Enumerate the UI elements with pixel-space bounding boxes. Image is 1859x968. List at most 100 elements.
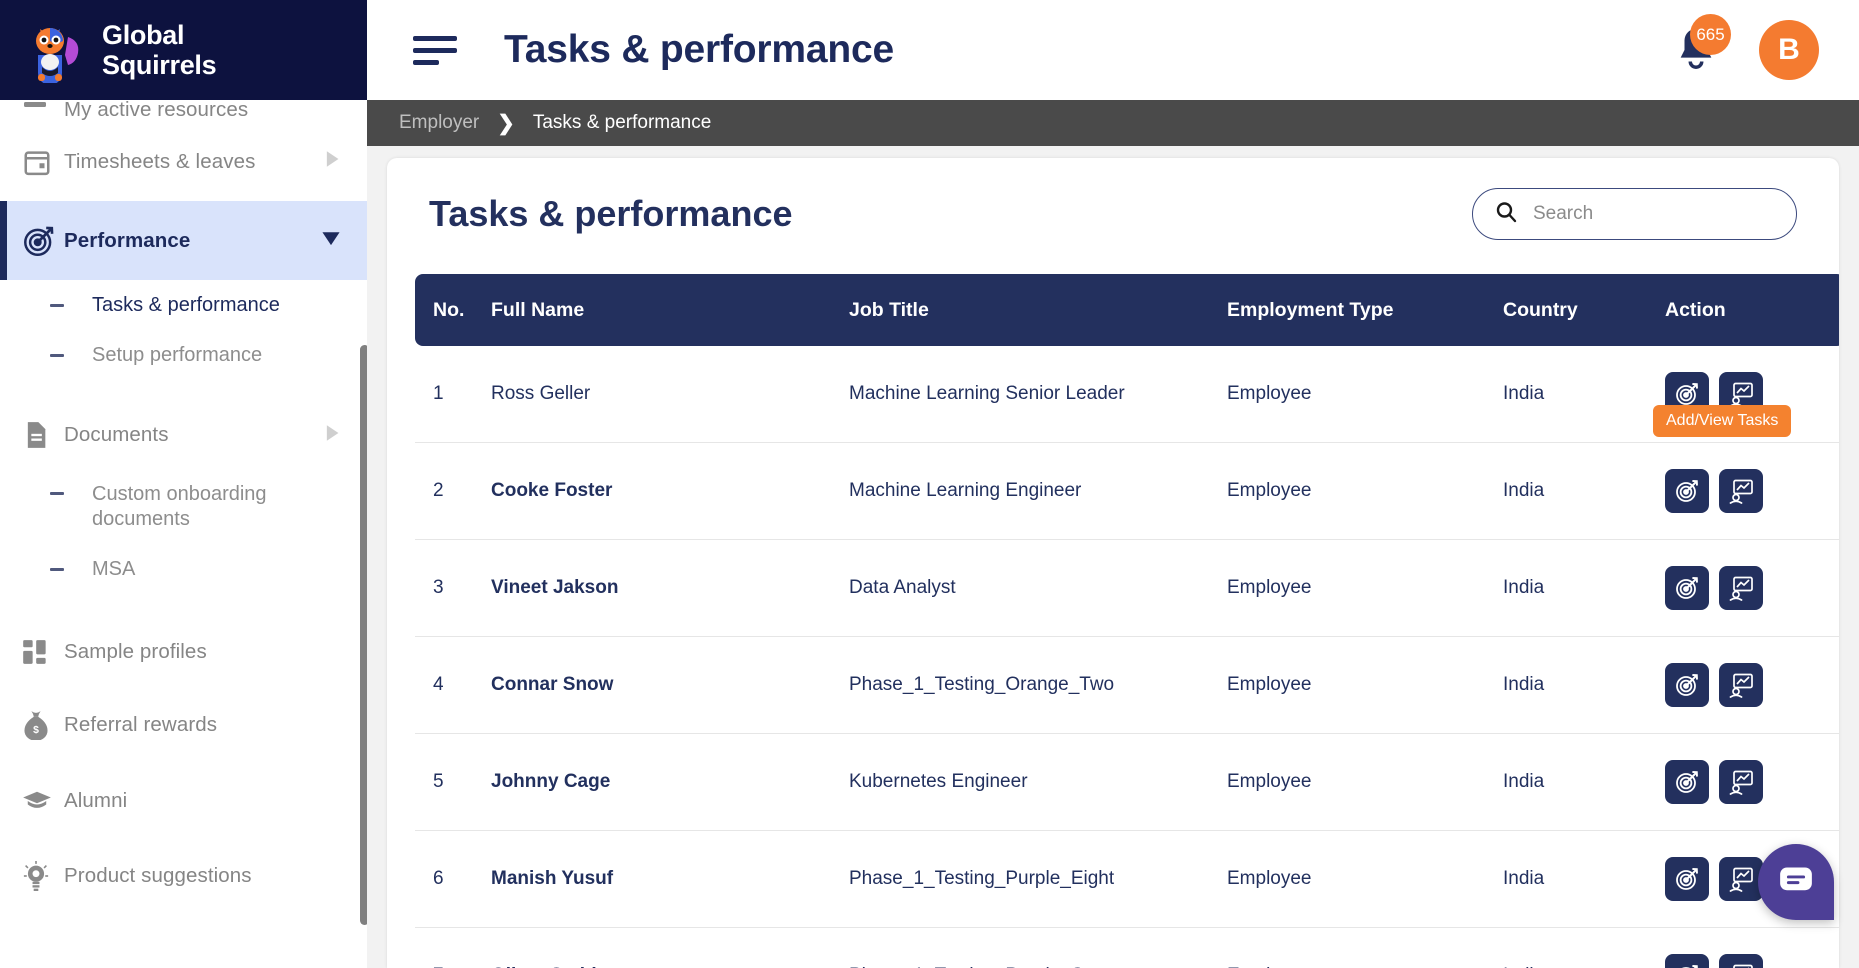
cell-job-title: Phase_1_Testing_Purple_Seven — [849, 927, 1227, 968]
table-row[interactable]: 1 Ross Geller Machine Learning Senior Lead… — [415, 346, 1839, 443]
chevron-down-icon[interactable] — [321, 229, 341, 252]
view-performance-button[interactable] — [1719, 857, 1763, 901]
add-view-tasks-button[interactable] — [1665, 469, 1709, 513]
sidebar-nav: My active resources Timesheets & leaves — [0, 100, 367, 968]
view-performance-button[interactable] — [1719, 663, 1763, 707]
hamburger-icon[interactable] — [413, 35, 457, 65]
chevron-right-icon: ❯ — [497, 111, 515, 135]
cell-job-title: Machine Learning Senior Leader — [849, 346, 1227, 443]
cell-action — [1665, 927, 1839, 968]
sidebar-item-sample-profiles[interactable]: Sample profiles — [0, 618, 367, 686]
cell-full-name: Cooke Foster — [491, 442, 849, 540]
cell-country: India — [1503, 733, 1665, 831]
sidebar-item-label: Product suggestions — [64, 864, 252, 887]
sidebar-item-referral-rewards[interactable]: $ Referral rewards — [0, 686, 367, 764]
sidebar-item-timesheets-leaves[interactable]: Timesheets & leaves — [0, 122, 367, 201]
cell-full-name: Ross Geller — [491, 346, 849, 443]
app-root: Global Squirrels My active resources Tim… — [0, 0, 1859, 968]
view-performance-button[interactable] — [1719, 760, 1763, 804]
brand-header[interactable]: Global Squirrels — [0, 0, 367, 100]
document-icon — [22, 421, 64, 449]
squirrel-logo — [26, 17, 86, 85]
sidebar-subitem-setup-performance[interactable]: Setup performance — [0, 330, 367, 380]
graduation-cap-icon — [22, 789, 64, 813]
sidebar-item-label: Documents — [64, 423, 169, 446]
add-view-tasks-button[interactable] — [1665, 760, 1709, 804]
svg-text:$: $ — [33, 725, 39, 736]
cell-action: Add/View Tasks — [1653, 405, 1839, 540]
cell-employment-type: Employee — [1227, 346, 1503, 443]
target-icon — [22, 224, 64, 258]
cell-action — [1665, 636, 1839, 734]
cell-employment-type: Employee — [1227, 539, 1503, 637]
add-view-tasks-button[interactable] — [1665, 954, 1709, 968]
search-icon — [1495, 201, 1517, 228]
main-content: Tasks & performance N — [367, 146, 1859, 968]
action-buttons — [1665, 663, 1839, 707]
search-input[interactable] — [1533, 203, 1774, 225]
lightbulb-icon — [22, 861, 64, 891]
sidebar-item-product-suggestions[interactable]: Product suggestions — [0, 838, 367, 914]
view-performance-button[interactable] — [1719, 954, 1763, 968]
sidebar: Global Squirrels My active resources Tim… — [0, 0, 367, 968]
column-header-employment-type: Employment Type — [1227, 298, 1394, 321]
chat-widget-button[interactable] — [1758, 844, 1834, 920]
notifications-button[interactable]: 665 — [1673, 14, 1731, 76]
chevron-right-icon[interactable] — [323, 424, 341, 447]
view-performance-button[interactable] — [1719, 469, 1763, 513]
cell-employment-type: Employee — [1227, 636, 1503, 734]
cell-job-title: Phase_1_Testing_Purple_Eight — [849, 830, 1227, 928]
action-buttons — [1665, 566, 1839, 610]
action-tooltip: Add/View Tasks — [1653, 405, 1792, 437]
dash-marker — [50, 353, 64, 357]
sidebar-item-label: Performance — [64, 228, 191, 252]
table-body: 1 Ross Geller Machine Learning Senior Lead… — [415, 346, 1839, 968]
sidebar-item-performance[interactable]: Performance — [0, 201, 367, 280]
card-header: Tasks & performance — [415, 188, 1811, 240]
table-row[interactable]: 6 Manish Yusuf Phase_1_Testing_Purple_Eigh… — [415, 830, 1839, 928]
table-row[interactable]: 7Oliver SmithPhase_1_Testing_Purple_Seve… — [415, 927, 1839, 968]
sidebar-item-documents[interactable]: Documents — [0, 402, 367, 468]
cell-country: India — [1503, 346, 1665, 443]
add-view-tasks-button[interactable] — [1665, 857, 1709, 901]
cell-no: 5 — [415, 733, 491, 831]
notification-badge: 665 — [1690, 14, 1731, 55]
table-row[interactable]: 4 Connar Snow Phase_1_Testing_Orange_Two Em… — [415, 636, 1839, 734]
sidebar-item-label: Timesheets & leaves — [64, 149, 256, 173]
sidebar-scrollbar[interactable] — [360, 345, 367, 925]
resources-icon — [22, 100, 64, 122]
add-view-tasks-button[interactable] — [1665, 663, 1709, 707]
column-header-action: Action — [1665, 298, 1726, 321]
cell-no: 7 — [415, 927, 491, 968]
cell-country: India — [1503, 927, 1665, 968]
table-row[interactable]: 3 Vineet Jakson Data Analyst Employee India — [415, 539, 1839, 637]
add-view-tasks-button[interactable] — [1665, 566, 1709, 610]
cell-employment-type: Employee — [1227, 442, 1503, 540]
chat-bubble-icon — [1779, 865, 1813, 900]
cell-country: India — [1503, 636, 1665, 734]
sidebar-subitem-msa[interactable]: MSA — [0, 542, 367, 596]
cell-job-title: Phase_1_Testing_Orange_Two — [849, 636, 1227, 734]
cell-full-name: Connar Snow — [491, 636, 849, 734]
table-row[interactable]: 5 Johnny Cage Kubernetes Engineer Employee I… — [415, 733, 1839, 831]
sidebar-item-alumni[interactable]: Alumni — [0, 764, 367, 838]
cell-no: 2 — [415, 442, 491, 540]
cell-job-title: Kubernetes Engineer — [849, 733, 1227, 831]
view-performance-button[interactable] — [1719, 566, 1763, 610]
sidebar-subitem-label: Custom onboarding documents — [92, 483, 267, 530]
brand-name: Global Squirrels — [102, 20, 217, 80]
breadcrumb: Employer ❯ Tasks & performance — [367, 100, 1859, 146]
breadcrumb-root[interactable]: Employer — [399, 112, 479, 134]
header-actions: 665 B — [1673, 14, 1819, 80]
sidebar-subitem-tasks-performance[interactable]: Tasks & performance — [0, 280, 367, 330]
avatar[interactable]: B — [1759, 20, 1819, 80]
tasks-performance-table: No. Full Name Job Title Employment Type … — [415, 274, 1839, 968]
chevron-right-icon[interactable] — [323, 150, 341, 173]
sidebar-item-my-active-resources[interactable]: My active resources — [0, 100, 367, 122]
search-box[interactable] — [1472, 188, 1797, 240]
sidebar-subitem-custom-onboarding-documents[interactable]: Custom onboarding documents — [0, 468, 367, 542]
calendar-icon — [22, 147, 64, 177]
table-row[interactable]: 2 Cooke Foster Machine Learning Engineer Em… — [415, 405, 1839, 540]
